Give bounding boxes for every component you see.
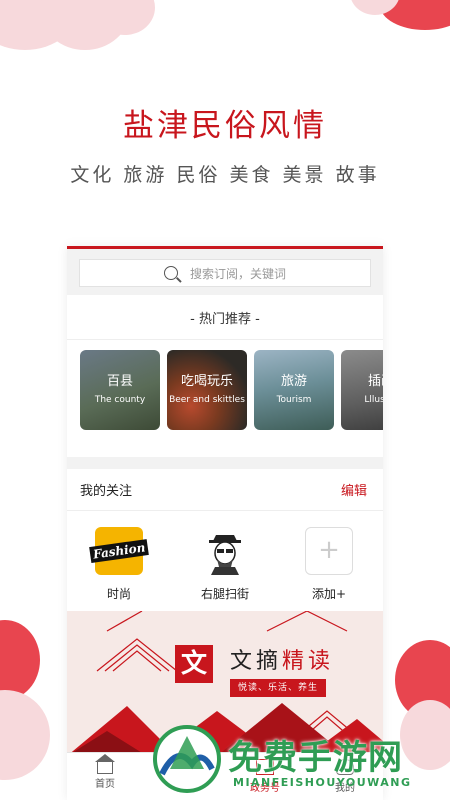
home-icon — [95, 754, 115, 774]
search-bar-container: 搜索订阅，关键词 — [67, 249, 383, 295]
fashion-icon: Fashion — [88, 527, 150, 575]
edit-button[interactable]: 编辑 — [341, 480, 367, 499]
watermark-logo-icon — [153, 725, 221, 793]
hot-card-title: 吃喝玩乐 — [180, 374, 233, 389]
digest-logo: 文 — [175, 645, 213, 683]
fashion-icon-text: Fashion — [88, 539, 150, 563]
follow-item-street[interactable]: 右腿扫街 — [185, 527, 265, 602]
follow-item-fashion[interactable]: Fashion 时尚 — [79, 527, 159, 602]
tab-home[interactable]: 首页 — [75, 754, 135, 790]
hot-card-title: 百县 — [106, 374, 133, 389]
hero-subtitle: 文化 旅游 民俗 美食 美景 故事 — [70, 164, 380, 186]
digest-title: 文摘精读 — [230, 643, 334, 675]
hot-card-subtitle: Tourism — [276, 395, 312, 405]
search-icon — [163, 266, 178, 280]
hot-card-title: 插画 — [367, 374, 383, 389]
hot-card-food[interactable]: 吃喝玩乐 Beer and skittles — [167, 350, 247, 430]
watermark-text: 免费手游网 — [228, 738, 403, 778]
digest-tagline: 悦读、乐活、养生 — [230, 679, 327, 697]
hot-recommend-strip[interactable]: 百县 The county 吃喝玩乐 Beer and skittles 旅游 … — [67, 339, 383, 457]
hero-title: 盐津民俗风情 — [123, 108, 327, 144]
hot-card-tourism[interactable]: 旅游 Tourism — [254, 350, 334, 430]
add-icon: + — [305, 527, 353, 575]
my-follow-header: 我的关注 编辑 — [67, 469, 383, 511]
phone-mockup: 搜索订阅，关键词 - 热门推荐 - 百县 The county 吃喝玩乐 Bee… — [67, 246, 383, 800]
hot-card-illustration[interactable]: 插画 Lllustra — [341, 350, 383, 430]
search-placeholder: 搜索订阅，关键词 — [189, 266, 286, 281]
hot-card-subtitle: The county — [94, 395, 146, 405]
follow-list: Fashion 时尚 右腿扫街 + 添加+ — [67, 511, 383, 617]
follow-item-add[interactable]: + 添加+ — [289, 527, 369, 602]
digest-title-part1: 文摘 — [230, 649, 283, 674]
hot-card-title: 旅游 — [280, 374, 307, 389]
follow-item-label: 添加+ — [311, 587, 347, 601]
digest-title-part2: 精读 — [282, 649, 335, 674]
search-input[interactable]: 搜索订阅，关键词 — [79, 259, 371, 287]
hot-card-county[interactable]: 百县 The county — [80, 350, 160, 430]
hot-card-subtitle: Beer and skittles — [169, 395, 245, 405]
tab-label: 首页 — [95, 779, 115, 790]
watermark-subtext: MIANFEISHOUYOUWANG — [233, 776, 412, 789]
follow-item-label: 时尚 — [106, 587, 131, 601]
hot-card-subtitle: Lllustra — [364, 395, 383, 405]
follow-item-label: 右腿扫街 — [200, 587, 249, 601]
sketch-portrait-icon — [201, 527, 249, 575]
hot-recommend-heading: - 热门推荐 - — [67, 295, 383, 339]
my-follow-title: 我的关注 — [80, 484, 133, 499]
section-divider — [67, 457, 383, 469]
